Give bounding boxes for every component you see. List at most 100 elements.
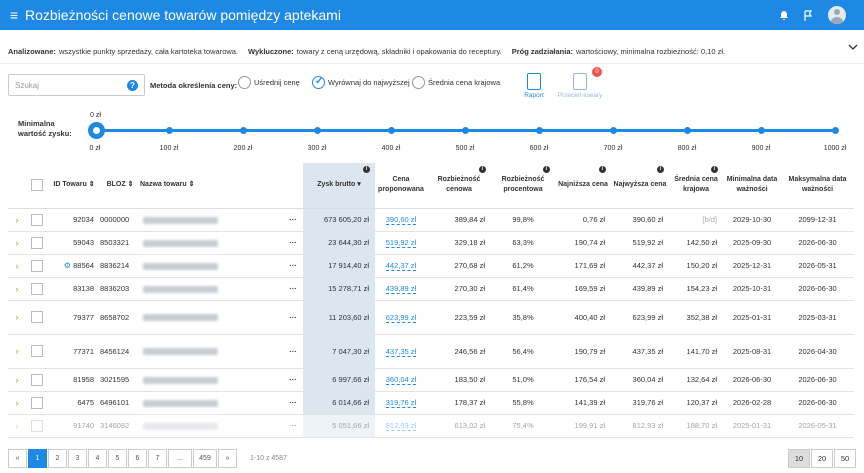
cell-proposed-price[interactable]: 437,35 zł — [375, 334, 427, 369]
pager-page-ellipsisellipsisellipsis[interactable]: ... — [168, 449, 192, 468]
pager-page-2[interactable]: 2 — [48, 449, 67, 468]
table-row[interactable]: › 6475 6496101 ··· 6 014,66 zł 319,76 zł 178,3… — [8, 391, 854, 415]
expand-row-icon[interactable]: › — [8, 414, 26, 438]
row-actions-icon[interactable]: ··· — [283, 391, 303, 415]
bell-icon[interactable] — [772, 0, 796, 30]
radio-national-average[interactable]: Średnia cena krajowa — [412, 76, 500, 89]
slider-tick[interactable] — [462, 127, 469, 134]
row-checkbox[interactable] — [26, 391, 48, 415]
row-actions-icon[interactable]: ··· — [283, 254, 303, 278]
row-checkbox[interactable] — [26, 414, 48, 438]
col-lowest-price[interactable]: i Najniższa cena — [555, 163, 611, 209]
cell-max-expiry: 2099-12-31 — [781, 208, 854, 232]
expand-row-icon[interactable]: › — [8, 334, 26, 369]
table-row[interactable]: › ⚙ 88564 8836214 ··· 17 914,40 zł 442,37 zł 2… — [8, 254, 854, 278]
row-actions-icon[interactable]: ··· — [283, 300, 303, 335]
expand-row-icon[interactable]: › — [8, 300, 26, 335]
cell-proposed-price[interactable]: 812,93 zł — [375, 414, 427, 438]
slider-tick[interactable] — [758, 127, 765, 134]
col-min-expiry[interactable]: Minimalna data ważności — [723, 163, 781, 209]
row-checkbox[interactable] — [26, 231, 48, 255]
row-checkbox[interactable] — [26, 208, 48, 232]
cell-proposed-price[interactable]: 390,60 zł — [375, 208, 427, 232]
slider-tick[interactable] — [166, 127, 173, 134]
col-name[interactable]: Nazwa towaru ⇕ — [140, 163, 283, 209]
row-actions-icon[interactable]: ··· — [283, 277, 303, 301]
slider-tick[interactable] — [684, 127, 691, 134]
avatar[interactable] — [828, 6, 846, 24]
cell-proposed-price[interactable]: 360,04 zł — [375, 368, 427, 392]
pager-page-6[interactable]: 6 — [128, 449, 147, 468]
pager-prev-button[interactable]: « — [8, 449, 27, 468]
radio-align-highest[interactable]: Wyrównaj do najwyższej — [312, 76, 410, 89]
cell-proposed-price[interactable]: 442,37 zł — [375, 254, 427, 278]
table-row[interactable]: › 83138 8836203 ··· 15 278,71 zł 439,89 zł 270… — [8, 277, 854, 301]
radio-average-label: Uśrednij cenę — [254, 78, 300, 87]
col-proposed-price[interactable]: Cena proponowana — [375, 163, 427, 209]
report-button[interactable]: Raport — [520, 73, 548, 99]
table-row[interactable]: › 77371 8456124 ··· 7 047,30 zł 437,35 zł 246,… — [8, 334, 854, 369]
col-id[interactable]: ID Towaru ⇕ — [48, 163, 100, 209]
slider-tick[interactable] — [536, 127, 543, 134]
pager-next-button[interactable]: » — [218, 449, 237, 468]
expand-row-icon[interactable]: › — [8, 254, 26, 278]
table-row[interactable]: › 81958 3021595 ··· 6 997,66 zł 360,04 zł 183,… — [8, 368, 854, 392]
col-highest-price[interactable]: i Najwyższa cena — [611, 163, 669, 209]
blurred-product-name — [143, 422, 218, 430]
row-actions-icon[interactable]: ··· — [283, 368, 303, 392]
select-all-checkbox[interactable] — [26, 163, 48, 209]
row-actions-icon[interactable]: ··· — [283, 414, 303, 438]
slider-tick[interactable] — [240, 127, 247, 134]
col-percent-diff[interactable]: i Rozbieżność procentowa — [491, 163, 555, 209]
menu-icon[interactable]: ≡ — [5, 7, 23, 23]
pager-page-1[interactable]: 1 — [28, 449, 47, 468]
pager-page-459[interactable]: 459 — [193, 449, 217, 468]
col-profit[interactable]: i Zysk brutto ▾ — [303, 163, 375, 209]
cell-id: 79377 — [48, 300, 100, 335]
slider-tick[interactable] — [832, 127, 839, 134]
page-size-20[interactable]: 20 — [811, 449, 833, 468]
row-actions-icon[interactable]: ··· — [283, 208, 303, 232]
row-checkbox[interactable] — [26, 254, 48, 278]
pager-page-4[interactable]: 4 — [88, 449, 107, 468]
table-row[interactable]: › 92034 0000000 ··· 673 605,20 zł 390,60 zł 38… — [8, 208, 854, 232]
help-icon[interactable]: ? — [127, 80, 138, 91]
expand-row-icon[interactable]: › — [8, 391, 26, 415]
cell-proposed-price[interactable]: 623,99 zł — [375, 300, 427, 335]
row-checkbox[interactable] — [26, 334, 48, 369]
table-row[interactable]: › 59043 8503321 ··· 23 644,30 zł 519,92 zł 329… — [8, 231, 854, 255]
expand-row-icon[interactable]: › — [8, 208, 26, 232]
pager-page-7[interactable]: 7 — [148, 449, 167, 468]
pager-page-5[interactable]: 5 — [108, 449, 127, 468]
radio-average-price[interactable]: Uśrednij cenę — [238, 76, 300, 89]
row-actions-icon[interactable]: ··· — [283, 231, 303, 255]
page-size-50[interactable]: 50 — [834, 449, 856, 468]
cell-proposed-price[interactable]: 519,92 zł — [375, 231, 427, 255]
row-actions-icon[interactable]: ··· — [283, 334, 303, 369]
slider-tick[interactable] — [610, 127, 617, 134]
row-checkbox[interactable] — [26, 277, 48, 301]
row-checkbox[interactable] — [26, 368, 48, 392]
cell-proposed-price[interactable]: 439,89 zł — [375, 277, 427, 301]
min-profit-slider-handle[interactable] — [88, 122, 105, 139]
page-size-10[interactable]: 10 — [788, 449, 810, 468]
expand-row-icon[interactable]: › — [8, 368, 26, 392]
cell-profit: 6 014,66 zł — [303, 391, 375, 415]
cell-proposed-price[interactable]: 319,76 zł — [375, 391, 427, 415]
chevron-down-icon[interactable] — [848, 42, 858, 53]
flag-icon[interactable] — [796, 0, 820, 30]
row-checkbox[interactable] — [26, 300, 48, 335]
table-row[interactable]: › 91740 3146082 ··· 5 051,66 zł 812,93 zł 613,… — [8, 414, 854, 438]
table-row[interactable]: › 79377 8658702 ··· 11 203,60 zł 623,99 zł 223… — [8, 300, 854, 335]
col-price-diff[interactable]: i Rozbieżność cenowa — [427, 163, 491, 209]
cell-highest-price: 360,04 zł — [611, 368, 669, 392]
pager-page-3[interactable]: 3 — [68, 449, 87, 468]
col-bloz[interactable]: BLOZ ⇕ — [100, 163, 140, 209]
slider-tick[interactable] — [314, 127, 321, 134]
col-national-average[interactable]: i Średnia cena krajowa — [669, 163, 723, 209]
col-max-expiry[interactable]: Maksymalna data ważności — [781, 163, 854, 209]
expand-row-icon[interactable]: › — [8, 277, 26, 301]
expand-row-icon[interactable]: › — [8, 231, 26, 255]
slider-tick[interactable] — [388, 127, 395, 134]
search-input[interactable]: Szukaj ? — [8, 74, 145, 96]
